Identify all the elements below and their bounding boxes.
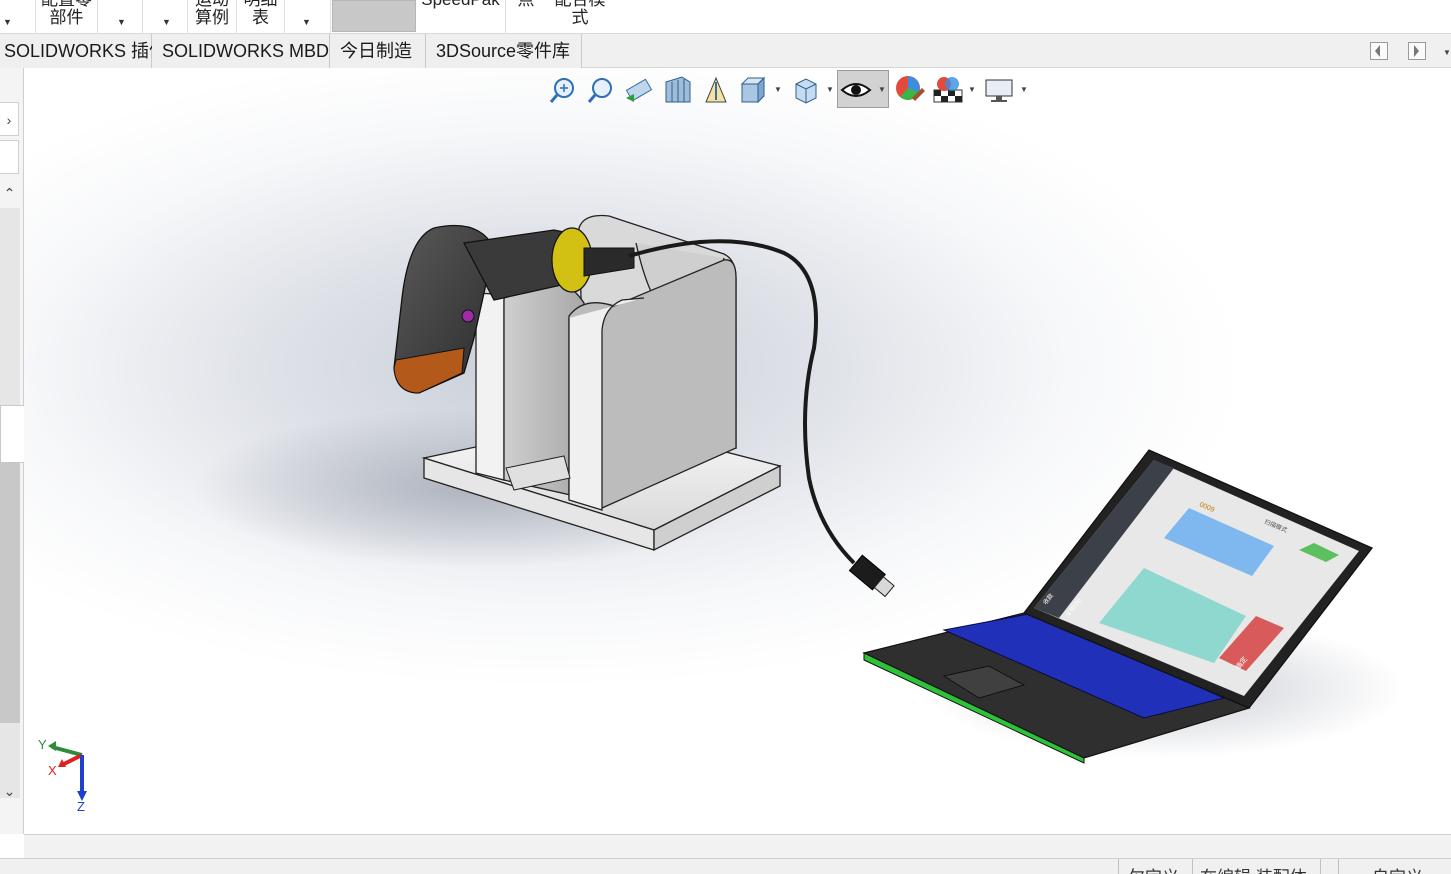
ribbon-config-part-button[interactable]: 配置零 部件 <box>36 0 98 34</box>
ribbon-bom-line2: 表 <box>252 8 269 27</box>
tab-today-manufacturing[interactable]: 今日制造 <box>330 34 426 68</box>
zoom-to-fit-icon[interactable] <box>549 78 574 103</box>
apply-scene-icon[interactable] <box>933 77 963 103</box>
dropdown-arrow-icon[interactable]: ▼ <box>302 13 311 31</box>
status-definition: 欠定义 <box>1128 863 1179 874</box>
status-units-custom[interactable]: 自定义 <box>1372 863 1423 874</box>
ribbon-cell-3[interactable]: ▼ <box>143 0 188 34</box>
triad-x-label: X <box>48 763 57 778</box>
triad-z-label: Z <box>77 799 85 814</box>
heads-up-view-toolbar: ▼ ▼ ▼ ▼ ▼ <box>549 76 1028 104</box>
scroll-down-icon[interactable]: ⌄ <box>0 774 19 808</box>
status-separator <box>1320 859 1321 874</box>
view-settings-icon[interactable] <box>985 79 1013 102</box>
ribbon-bom-button[interactable]: 明细 表 <box>237 0 285 34</box>
overflow-arrow-icon[interactable]: ▼ <box>1443 48 1451 57</box>
zoom-to-area-icon[interactable] <box>587 78 612 103</box>
ribbon-cell-0[interactable]: ▼ <box>0 0 36 34</box>
tab-3dsource[interactable]: 3DSource零件库 <box>426 34 582 68</box>
status-separator <box>1118 859 1119 874</box>
tab-solidworks-mbd[interactable]: SOLIDWORKS MBD <box>152 34 330 68</box>
apply-scene-dropdown-icon[interactable]: ▼ <box>968 85 976 94</box>
dropdown-arrow-icon[interactable]: ▼ <box>162 13 171 31</box>
view-settings-dropdown-icon[interactable]: ▼ <box>1020 85 1028 94</box>
vertical-scrollbar-thumb[interactable] <box>0 463 20 723</box>
horizontal-scrollbar[interactable] <box>24 834 1451 858</box>
scroll-up-icon[interactable]: ⌃ <box>0 176 19 210</box>
scanner-trigger-button <box>461 309 475 323</box>
graphics-viewport[interactable]: 0009 扫描模式 收款 ¥ 90.00 确定 <box>24 68 1451 834</box>
display-style-dropdown-icon[interactable]: ▼ <box>826 85 834 94</box>
section-view-icon[interactable] <box>665 76 691 103</box>
ribbon-mate-mode-button[interactable]: 配合模 式 <box>546 0 614 34</box>
view-orientation-dropdown-icon[interactable]: ▼ <box>774 85 782 94</box>
status-editing: 在编辑 装配体 <box>1200 863 1307 874</box>
hide-show-dropdown-icon[interactable]: ▼ <box>878 85 886 94</box>
status-separator <box>1338 859 1339 874</box>
ribbon-cell-6[interactable]: ▼ <box>285 0 331 34</box>
ribbon-active-button[interactable] <box>332 0 416 32</box>
panel-collapse-right-icon[interactable] <box>1408 42 1426 60</box>
status-separator <box>1192 859 1193 874</box>
ribbon-point-button[interactable]: 点 <box>506 0 546 34</box>
ribbon-mate-mode-line2: 式 <box>571 8 589 27</box>
ribbon-speedpak-button[interactable]: SpeedPak <box>416 0 506 34</box>
view-orientation-icon[interactable] <box>740 76 766 104</box>
ribbon-point-label: 点 <box>506 0 546 9</box>
display-style-icon[interactable] <box>795 78 817 104</box>
command-manager-ribbon: ▼ 配置零 部件 ▼ ▼ 运动 算例 明细 表 ▼ SpeedPak 点 配合模… <box>0 0 1451 34</box>
dropdown-arrow-icon[interactable]: ▼ <box>117 13 126 31</box>
tab-solidworks-addins[interactable]: SOLIDWORKS 插件 <box>0 34 167 68</box>
reference-triad: Y X Z <box>38 737 87 814</box>
panel-tab-blank[interactable] <box>0 140 19 174</box>
previous-view-icon[interactable] <box>625 78 653 102</box>
status-bar: 欠定义 在编辑 装配体 自定义 <box>0 858 1451 874</box>
ribbon-config-part-line2: 部件 <box>49 8 84 27</box>
assembly-model: 0009 扫描模式 收款 ¥ 90.00 确定 <box>194 214 1404 764</box>
ribbon-speedpak-label: SpeedPak <box>416 0 505 9</box>
ribbon-motion-study-button[interactable]: 运动 算例 <box>188 0 237 34</box>
command-tab-bar: SOLIDWORKS 插件 SOLIDWORKS MBD 今日制造 3DSour… <box>0 34 1451 68</box>
ribbon-cell-2[interactable]: ▼ <box>98 0 143 34</box>
panel-collapse-left-icon[interactable] <box>1370 42 1388 60</box>
dynamic-annotation-icon[interactable] <box>705 76 727 103</box>
expand-panel-icon[interactable]: › <box>0 102 19 136</box>
ribbon-motion-study-line2: 算例 <box>195 8 229 27</box>
edit-appearance-icon[interactable] <box>896 76 925 101</box>
usb-connector <box>848 554 895 598</box>
triad-y-label: Y <box>38 737 47 752</box>
hide-show-items-icon[interactable] <box>840 83 872 97</box>
dropdown-arrow-icon[interactable]: ▼ <box>3 13 12 31</box>
